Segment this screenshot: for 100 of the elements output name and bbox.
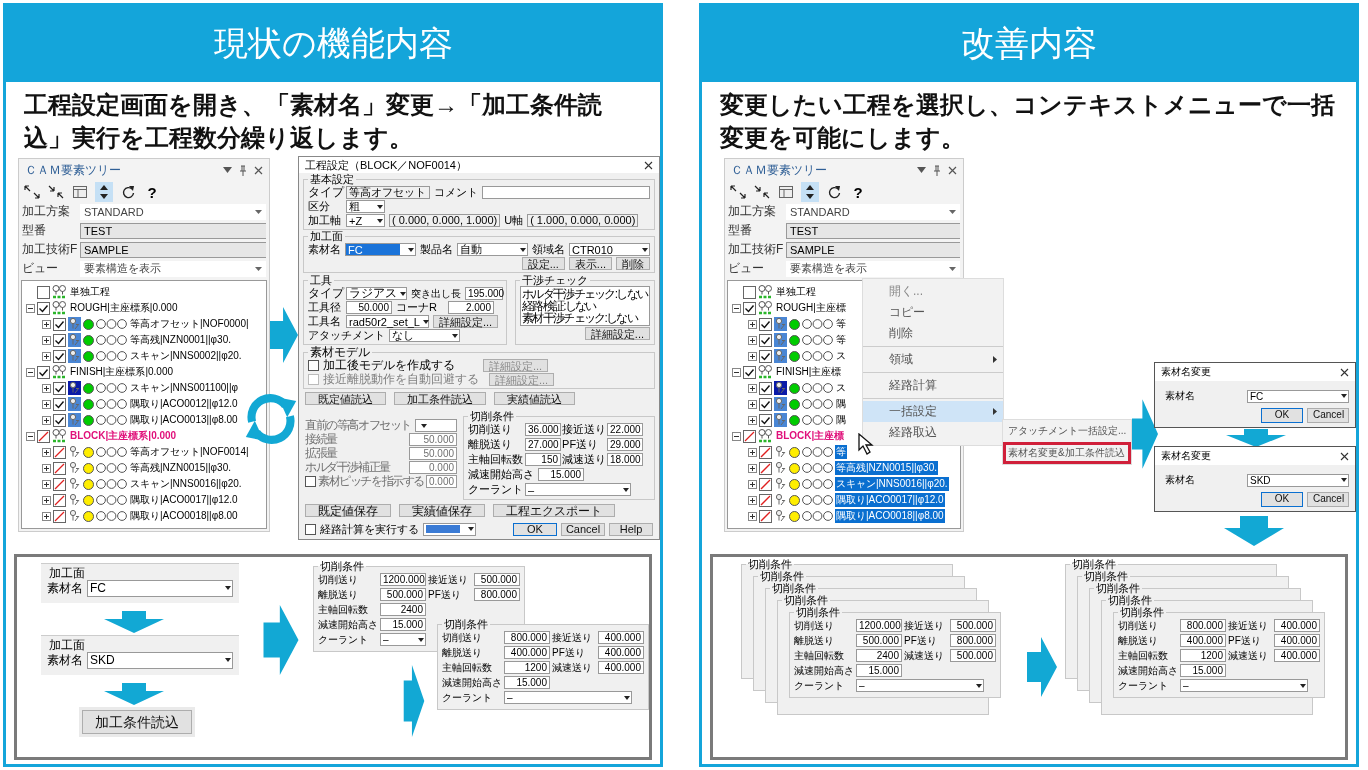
checkbox[interactable] — [53, 493, 66, 507]
checkbox[interactable] — [53, 461, 66, 475]
number-field[interactable]: 500.000 — [474, 573, 520, 586]
number-field[interactable]: 400.000 — [598, 646, 644, 659]
checkbox[interactable] — [743, 285, 756, 299]
close-icon[interactable] — [948, 165, 957, 175]
dropdown[interactable]: FC — [1247, 389, 1349, 403]
checkbox[interactable] — [743, 429, 756, 443]
text-field[interactable]: TEST — [786, 222, 960, 239]
checkbox[interactable] — [53, 397, 66, 411]
text-field[interactable]: SAMPLE — [786, 241, 960, 258]
text-field[interactable]: TEST — [80, 222, 266, 239]
close-icon[interactable] — [1340, 451, 1349, 461]
tree-item-label[interactable]: スキャン|NNS0002||φ20. — [129, 349, 243, 363]
tree-item-label[interactable]: ス — [835, 349, 847, 363]
number-field[interactable]: 400.000 — [598, 661, 644, 674]
number-field[interactable]: 500.000 — [856, 634, 902, 647]
expander-icon[interactable] — [42, 463, 51, 473]
number-field[interactable]: 29.000 — [607, 438, 644, 451]
checkbox[interactable] — [759, 381, 772, 395]
dropdown[interactable]: なし — [389, 329, 460, 342]
tree-item-label[interactable]: 等高オフセット|NOF0014| — [129, 445, 250, 459]
expander-icon[interactable] — [26, 367, 35, 377]
dialog-button[interactable]: Cancel — [561, 522, 605, 536]
tree-item-label[interactable]: 隅取り|ACO0017||φ12.0 — [129, 493, 239, 507]
dropdown[interactable]: 粗 — [346, 200, 385, 213]
dialog-button[interactable]: 工程エクスポート — [493, 504, 615, 517]
dropdown[interactable]: SKD — [87, 651, 233, 669]
expander-icon[interactable] — [732, 367, 741, 377]
number-field[interactable]: 1200 — [504, 661, 550, 674]
dropdown[interactable]: 要素構造を表示 — [80, 260, 266, 277]
checkbox[interactable] — [53, 317, 66, 331]
tree-item-label[interactable]: 等高残|NZN0015||φ30. — [835, 461, 938, 475]
tree-item-label[interactable]: BLOCK|主座標 — [775, 429, 846, 443]
checkbox[interactable] — [37, 429, 50, 443]
number-field[interactable]: 36.000 — [525, 423, 562, 436]
tree-item-label[interactable]: 隅 — [835, 397, 847, 411]
tree-item-label[interactable]: 等高残|NZN0015||φ30. — [129, 461, 232, 475]
tree-item-label[interactable]: 等高オフセット|NOF0000| — [129, 317, 250, 331]
number-field[interactable]: 800.000 — [1180, 619, 1226, 632]
tree-item-label[interactable]: 隅取り|ACO0013||φ8.00 — [129, 413, 239, 427]
number-field[interactable]: 18.000 — [607, 453, 644, 466]
checkbox[interactable] — [743, 365, 756, 379]
checkbox[interactable] — [53, 477, 66, 491]
checkbox[interactable] — [759, 349, 772, 363]
checkbox[interactable] — [53, 413, 66, 427]
dialog-button[interactable]: Help — [609, 522, 653, 536]
number-field[interactable]: 15.000 — [538, 468, 585, 481]
tree-item-label[interactable]: 等 — [835, 317, 847, 331]
expander-icon[interactable] — [42, 447, 51, 457]
tree-item-label[interactable]: 単独工程 — [775, 285, 817, 299]
tree-item-label[interactable]: ス — [835, 381, 847, 395]
dialog-button[interactable]: OK — [1261, 491, 1303, 507]
checkbox[interactable] — [759, 509, 772, 523]
tree-item-label[interactable]: FINISH|主座標系|0.000 — [69, 365, 174, 379]
checkbox[interactable] — [53, 333, 66, 347]
sort-button[interactable] — [95, 182, 113, 202]
number-field[interactable]: 400.000 — [1274, 619, 1320, 632]
expander-icon[interactable] — [26, 303, 35, 313]
dialog-button[interactable]: 既定値保存 — [305, 504, 391, 517]
expander-icon[interactable] — [748, 319, 757, 329]
dialog-button[interactable]: 加工条件読込 — [394, 392, 486, 405]
checkbox[interactable] — [759, 413, 772, 427]
number-field[interactable]: 1200 — [1180, 649, 1226, 662]
expander-icon[interactable] — [42, 383, 51, 393]
checkbox[interactable] — [53, 445, 66, 459]
tree-item-label[interactable]: 隅取り|ACO0018||φ8.00 — [835, 509, 945, 523]
dialog-button[interactable]: 実績値読込 — [494, 392, 575, 405]
dropdown[interactable]: FC — [345, 243, 416, 256]
expander-icon[interactable] — [748, 511, 757, 521]
close-icon[interactable] — [1340, 367, 1349, 377]
pin-icon[interactable] — [239, 164, 247, 176]
menu-item[interactable]: コピー — [863, 302, 1003, 323]
dropdown-icon[interactable] — [917, 167, 926, 173]
dropdown[interactable]: SKD — [1247, 473, 1349, 487]
dropdown[interactable]: – — [380, 633, 426, 646]
expander-icon[interactable] — [748, 463, 757, 473]
number-field[interactable]: 2400 — [856, 649, 902, 662]
tree-item-label[interactable]: 隅 — [835, 413, 847, 427]
number-field[interactable]: 2.000 — [448, 301, 494, 314]
checkbox[interactable] — [37, 301, 50, 315]
menu-item[interactable]: アタッチメント一括設定... — [1003, 420, 1131, 442]
expander-icon[interactable] — [42, 415, 51, 425]
expander-icon[interactable] — [42, 351, 51, 361]
menu-item[interactable]: 経路計算 — [863, 375, 1003, 396]
checkbox[interactable] — [53, 349, 66, 363]
dropdown[interactable]: – — [1180, 679, 1308, 692]
dialog-button[interactable]: 既定値読込 — [305, 392, 386, 405]
tree-item-label[interactable]: スキャン|NNS0016||φ20. — [129, 477, 243, 491]
expander-icon[interactable] — [42, 495, 51, 505]
tree-item-label[interactable]: スキャン|NNS0016||φ20. — [835, 477, 949, 491]
checkbox[interactable] — [759, 461, 772, 475]
number-field[interactable]: 400.000 — [1180, 634, 1226, 647]
dropdown[interactable]: STANDARD — [786, 203, 960, 220]
dialog-button[interactable]: OK — [513, 522, 557, 536]
dropdown[interactable]: – — [504, 691, 632, 704]
number-field[interactable]: 500.000 — [950, 619, 996, 632]
checkbox[interactable] — [305, 523, 316, 535]
expander-icon[interactable] — [748, 335, 757, 345]
number-field[interactable]: 15.000 — [856, 664, 902, 677]
